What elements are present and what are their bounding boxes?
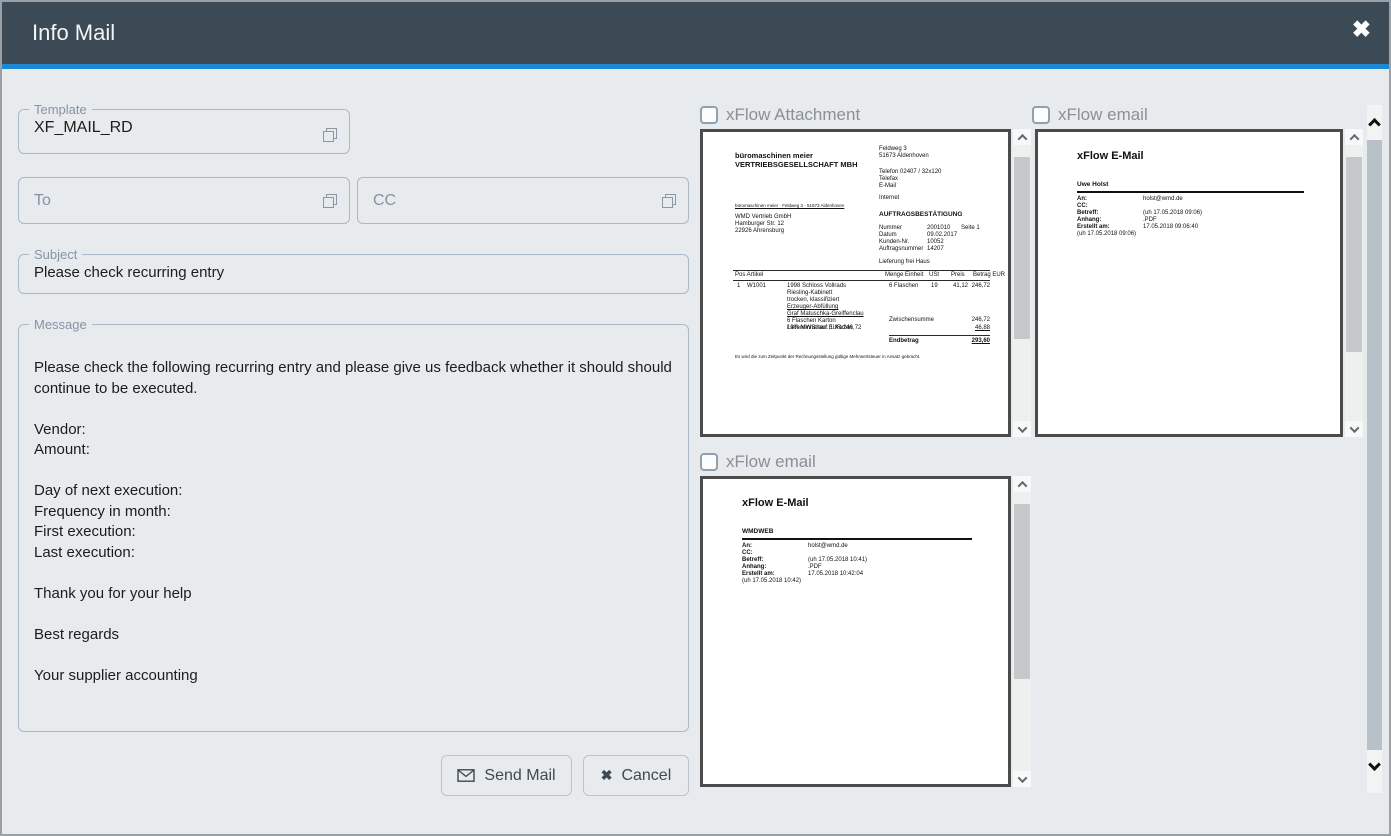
email-title: xFlow E-Mail [1077, 150, 1144, 162]
doc-page: Seite 1 [961, 225, 980, 232]
attachment-document: büromaschinen meier VERTRIEBSGESELLSCHAF… [703, 132, 1008, 434]
chevron-down-icon [1017, 423, 1027, 433]
email-bottom-scrollbar[interactable] [1013, 476, 1031, 787]
message-value[interactable]: Please check the following recurring ent… [19, 332, 688, 686]
dialog-header: Info Mail ✖ [2, 2, 1389, 64]
doc-total-value: 293,60 [972, 338, 990, 345]
doc-footnote: Es wird die zum Zeitpunkt der Rechnungss… [735, 354, 920, 359]
doc-company-line2: VERTRIEBSGESELLSCHAFT MBH [735, 161, 858, 170]
email-fields: An:holst@wmd.de CC: Betreff:(uh 17.05.20… [1077, 196, 1202, 238]
doc-sender-line: büromaschinen meier · Feldweg 3 · 51673 … [735, 203, 844, 208]
cancel-x-icon: ✖ [601, 767, 613, 784]
doc-col-qty: Menge Einheit [885, 272, 923, 279]
attachment-checkbox-label: xFlow Attachment [726, 105, 860, 125]
lookup-icon[interactable] [323, 194, 337, 208]
doc-col-amount: Betrag EUR [973, 272, 1005, 279]
accent-bar [2, 64, 1389, 69]
doc-subtotal-label: Zwischensumme [889, 317, 934, 324]
doc-col-pos: Pos Artikel [735, 272, 763, 279]
subject-value[interactable]: Please check recurring entry [19, 262, 688, 281]
doc-meta: Nummer2001010 Datum09.02.2017 Kunden-Nr.… [879, 225, 957, 253]
doc-type-title: AUFTRAGSBESTÄTIGUNG [879, 211, 962, 219]
scroll-up-button[interactable] [1013, 129, 1031, 145]
email-bottom-checkbox-row[interactable]: xFlow email [700, 451, 816, 473]
template-label: Template [29, 102, 92, 117]
cancel-button[interactable]: ✖ Cancel [583, 755, 689, 796]
scroll-up-button[interactable] [1367, 109, 1382, 133]
cc-placeholder: CC [358, 192, 396, 210]
email-title: xFlow E-Mail [742, 497, 809, 509]
doc-internet: Internet [879, 195, 899, 202]
cc-field[interactable]: CC [357, 177, 689, 224]
doc-recipient: WMD Vertrieb GmbH Hamburger Str. 12 2292… [735, 214, 791, 235]
email-rule [742, 538, 972, 540]
cancel-label: Cancel [621, 767, 671, 785]
subject-label: Subject [29, 247, 82, 262]
email-rule [1077, 191, 1304, 193]
chevron-down-icon [1349, 423, 1359, 433]
email-footer-line: (uh 17.05.2018 10:42) [742, 578, 867, 585]
scroll-down-button[interactable] [1013, 421, 1031, 437]
attachment-checkbox[interactable] [700, 106, 718, 124]
send-mail-button[interactable]: Send Mail [441, 755, 572, 796]
email-top-checkbox-label: xFlow email [1058, 105, 1148, 125]
dialog-scrollbar[interactable] [1367, 105, 1382, 793]
template-field[interactable]: Template XF_MAIL_RD [18, 102, 350, 154]
email-bottom-checkbox[interactable] [700, 453, 718, 471]
lookup-icon[interactable] [662, 194, 676, 208]
doc-vat-value: 46,88 [975, 325, 990, 332]
attachment-checkbox-row[interactable]: xFlow Attachment [700, 104, 860, 126]
chevron-down-icon [1368, 758, 1381, 771]
dialog-title: Info Mail [32, 2, 115, 64]
doc-delivery: Lieferung frei Haus [879, 259, 930, 266]
attachment-preview[interactable]: büromaschinen meier VERTRIEBSGESELLSCHAF… [700, 129, 1011, 437]
chevron-up-icon [1368, 117, 1381, 130]
to-field[interactable]: To [18, 177, 350, 224]
chevron-up-icon [1017, 133, 1027, 143]
email-top-preview[interactable]: xFlow E-Mail Uwe Holst An:holst@wmd.de C… [1035, 129, 1343, 437]
lookup-icon[interactable] [323, 128, 337, 142]
to-placeholder: To [19, 192, 51, 210]
info-mail-dialog: Info Mail ✖ Template XF_MAIL_RD To CC Su… [0, 0, 1391, 836]
message-label: Message [29, 317, 92, 332]
envelope-icon [457, 769, 475, 782]
scroll-up-button[interactable] [1013, 476, 1031, 492]
chevron-up-icon [1349, 133, 1359, 143]
doc-subtotal-value: 246,72 [972, 317, 990, 324]
scrollbar-thumb[interactable] [1367, 140, 1382, 750]
scrollbar-thumb[interactable] [1346, 157, 1362, 352]
email-top-scrollbar[interactable] [1345, 129, 1363, 437]
email-top-document: xFlow E-Mail Uwe Holst An:holst@wmd.de C… [1038, 132, 1340, 434]
scroll-down-button[interactable] [1345, 421, 1363, 437]
doc-address: Feldweg 3 51673 Aldenhoven [879, 146, 929, 160]
email-top-checkbox-row[interactable]: xFlow email [1032, 104, 1148, 126]
email-fields: An:holst@wmd.de CC: Betreff:(uh 17.05.20… [742, 543, 867, 585]
attachment-scrollbar[interactable] [1013, 129, 1031, 437]
email-bottom-document: xFlow E-Mail WMDWEB An:holst@wmd.de CC: … [703, 479, 1008, 784]
email-footer-line: (uh 17.05.2018 09:06) [1077, 231, 1202, 238]
scrollbar-thumb[interactable] [1014, 504, 1030, 679]
doc-col-vat: USt [929, 272, 939, 279]
scroll-down-button[interactable] [1367, 755, 1382, 779]
doc-contact: Telefon 02407 / 32x120 Telefax E-Mail [879, 169, 941, 190]
message-field[interactable]: Message Please check the following recur… [18, 317, 689, 732]
subject-field[interactable]: Subject Please check recurring entry [18, 247, 689, 294]
scroll-down-button[interactable] [1013, 771, 1031, 787]
chevron-down-icon [1017, 773, 1027, 783]
email-sender: WMDWEB [742, 528, 773, 535]
doc-vat-label: 19% MWSt auf EUR 246,72 [787, 325, 861, 332]
send-mail-label: Send Mail [484, 767, 555, 785]
email-bottom-preview[interactable]: xFlow E-Mail WMDWEB An:holst@wmd.de CC: … [700, 476, 1011, 787]
close-icon[interactable]: ✖ [1352, 16, 1371, 43]
doc-total-label: Endbetrag [889, 338, 919, 345]
scrollbar-thumb[interactable] [1014, 157, 1030, 339]
email-bottom-checkbox-label: xFlow email [726, 452, 816, 472]
chevron-up-icon [1017, 480, 1027, 490]
scroll-up-button[interactable] [1345, 129, 1363, 145]
template-value[interactable]: XF_MAIL_RD [19, 117, 349, 137]
email-sender: Uwe Holst [1077, 181, 1108, 188]
doc-col-price: Preis [951, 272, 965, 279]
email-top-checkbox[interactable] [1032, 106, 1050, 124]
